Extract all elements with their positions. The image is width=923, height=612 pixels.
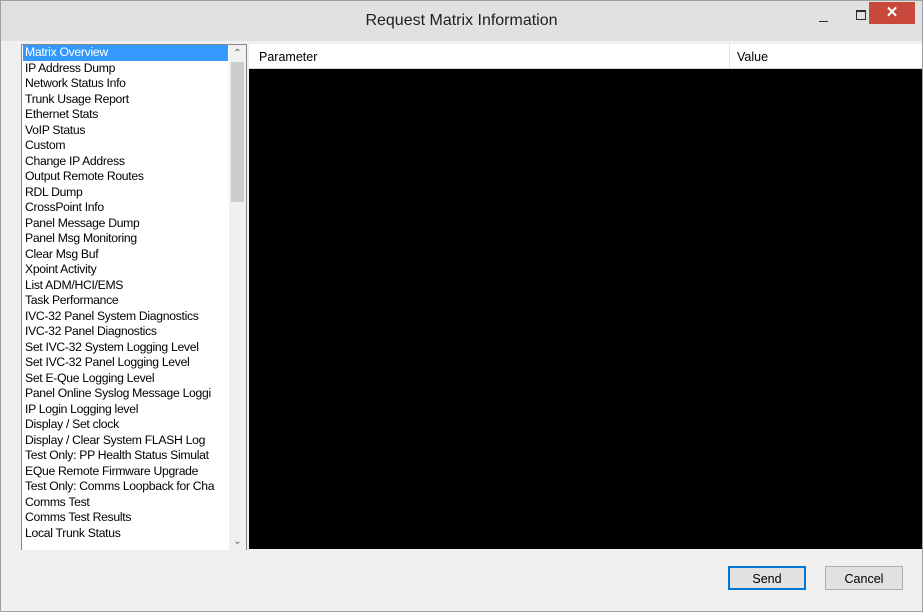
minimize-icon <box>819 21 828 22</box>
list-item[interactable]: Task Performance <box>23 293 228 309</box>
results-grid[interactable]: Parameter Value <box>249 44 922 549</box>
list-scrollbar[interactable]: ⌃ ⌄ <box>229 45 246 550</box>
list-item[interactable]: RDL Dump <box>23 185 228 201</box>
list-item[interactable]: Set IVC-32 Panel Logging Level <box>23 355 228 371</box>
chevron-up-icon: ⌃ <box>233 48 242 59</box>
list-item[interactable]: IP Address Dump <box>23 61 228 77</box>
request-type-list[interactable]: Matrix Overview IP Address Dump Network St… <box>21 44 247 551</box>
title-bar[interactable]: Request Matrix Information ✕ <box>1 1 922 41</box>
column-header-value[interactable]: Value <box>730 44 922 68</box>
scroll-up-button[interactable]: ⌃ <box>229 45 246 62</box>
list-item[interactable]: Set IVC-32 System Logging Level <box>23 340 228 356</box>
list-item[interactable]: Trunk Usage Report <box>23 92 228 108</box>
list-item[interactable]: VoIP Status <box>23 123 228 139</box>
close-icon: ✕ <box>885 4 899 21</box>
list-item[interactable]: Comms Test <box>23 495 228 511</box>
send-button[interactable]: Send <box>728 566 806 590</box>
list-item[interactable]: Panel Message Dump <box>23 216 228 232</box>
minimize-button[interactable] <box>808 3 838 27</box>
list-item[interactable]: Display / Clear System FLASH Log <box>23 433 228 449</box>
list-item[interactable]: List ADM/HCI/EMS <box>23 278 228 294</box>
column-header-parameter[interactable]: Parameter <box>249 44 730 68</box>
list-item[interactable]: Custom <box>23 138 228 154</box>
list-item[interactable]: Network Status Info <box>23 76 228 92</box>
list-item[interactable]: Panel Msg Monitoring <box>23 231 228 247</box>
request-matrix-window: Request Matrix Information ✕ Matrix Over… <box>0 0 923 612</box>
list-item[interactable]: Output Remote Routes <box>23 169 228 185</box>
list-item[interactable]: IP Login Logging level <box>23 402 228 418</box>
maximize-icon <box>856 10 866 20</box>
list-item[interactable]: Clear Msg Buf <box>23 247 228 263</box>
list-item[interactable]: IVC-32 Panel Diagnostics <box>23 324 228 340</box>
list-item[interactable]: CrossPoint Info <box>23 200 228 216</box>
scroll-down-button[interactable]: ⌄ <box>229 533 246 550</box>
list-item[interactable]: Local Trunk Status <box>23 526 228 542</box>
request-type-items: Matrix Overview IP Address Dump Network St… <box>23 45 228 541</box>
list-item[interactable]: Test Only: Comms Loopback for Cha <box>23 479 228 495</box>
list-item[interactable]: Panel Online Syslog Message Loggi <box>23 386 228 402</box>
list-item[interactable]: IVC-32 Panel System Diagnostics <box>23 309 228 325</box>
chevron-down-icon: ⌄ <box>233 536 242 547</box>
cancel-button[interactable]: Cancel <box>825 566 903 590</box>
list-item[interactable]: Display / Set clock <box>23 417 228 433</box>
close-button[interactable]: ✕ <box>869 2 915 24</box>
list-item[interactable]: Comms Test Results <box>23 510 228 526</box>
window-title: Request Matrix Information <box>365 12 558 29</box>
grid-header: Parameter Value <box>249 44 922 69</box>
list-item[interactable]: Set E-Que Logging Level <box>23 371 228 387</box>
list-item[interactable]: Matrix Overview <box>23 45 228 61</box>
list-item[interactable]: Ethernet Stats <box>23 107 228 123</box>
list-item[interactable]: Test Only: PP Health Status Simulat <box>23 448 228 464</box>
list-item[interactable]: Change IP Address <box>23 154 228 170</box>
list-item[interactable]: EQue Remote Firmware Upgrade <box>23 464 228 480</box>
dialog-footer: Send Cancel <box>1 550 922 611</box>
list-item[interactable]: Xpoint Activity <box>23 262 228 278</box>
scrollbar-thumb[interactable] <box>231 62 244 202</box>
